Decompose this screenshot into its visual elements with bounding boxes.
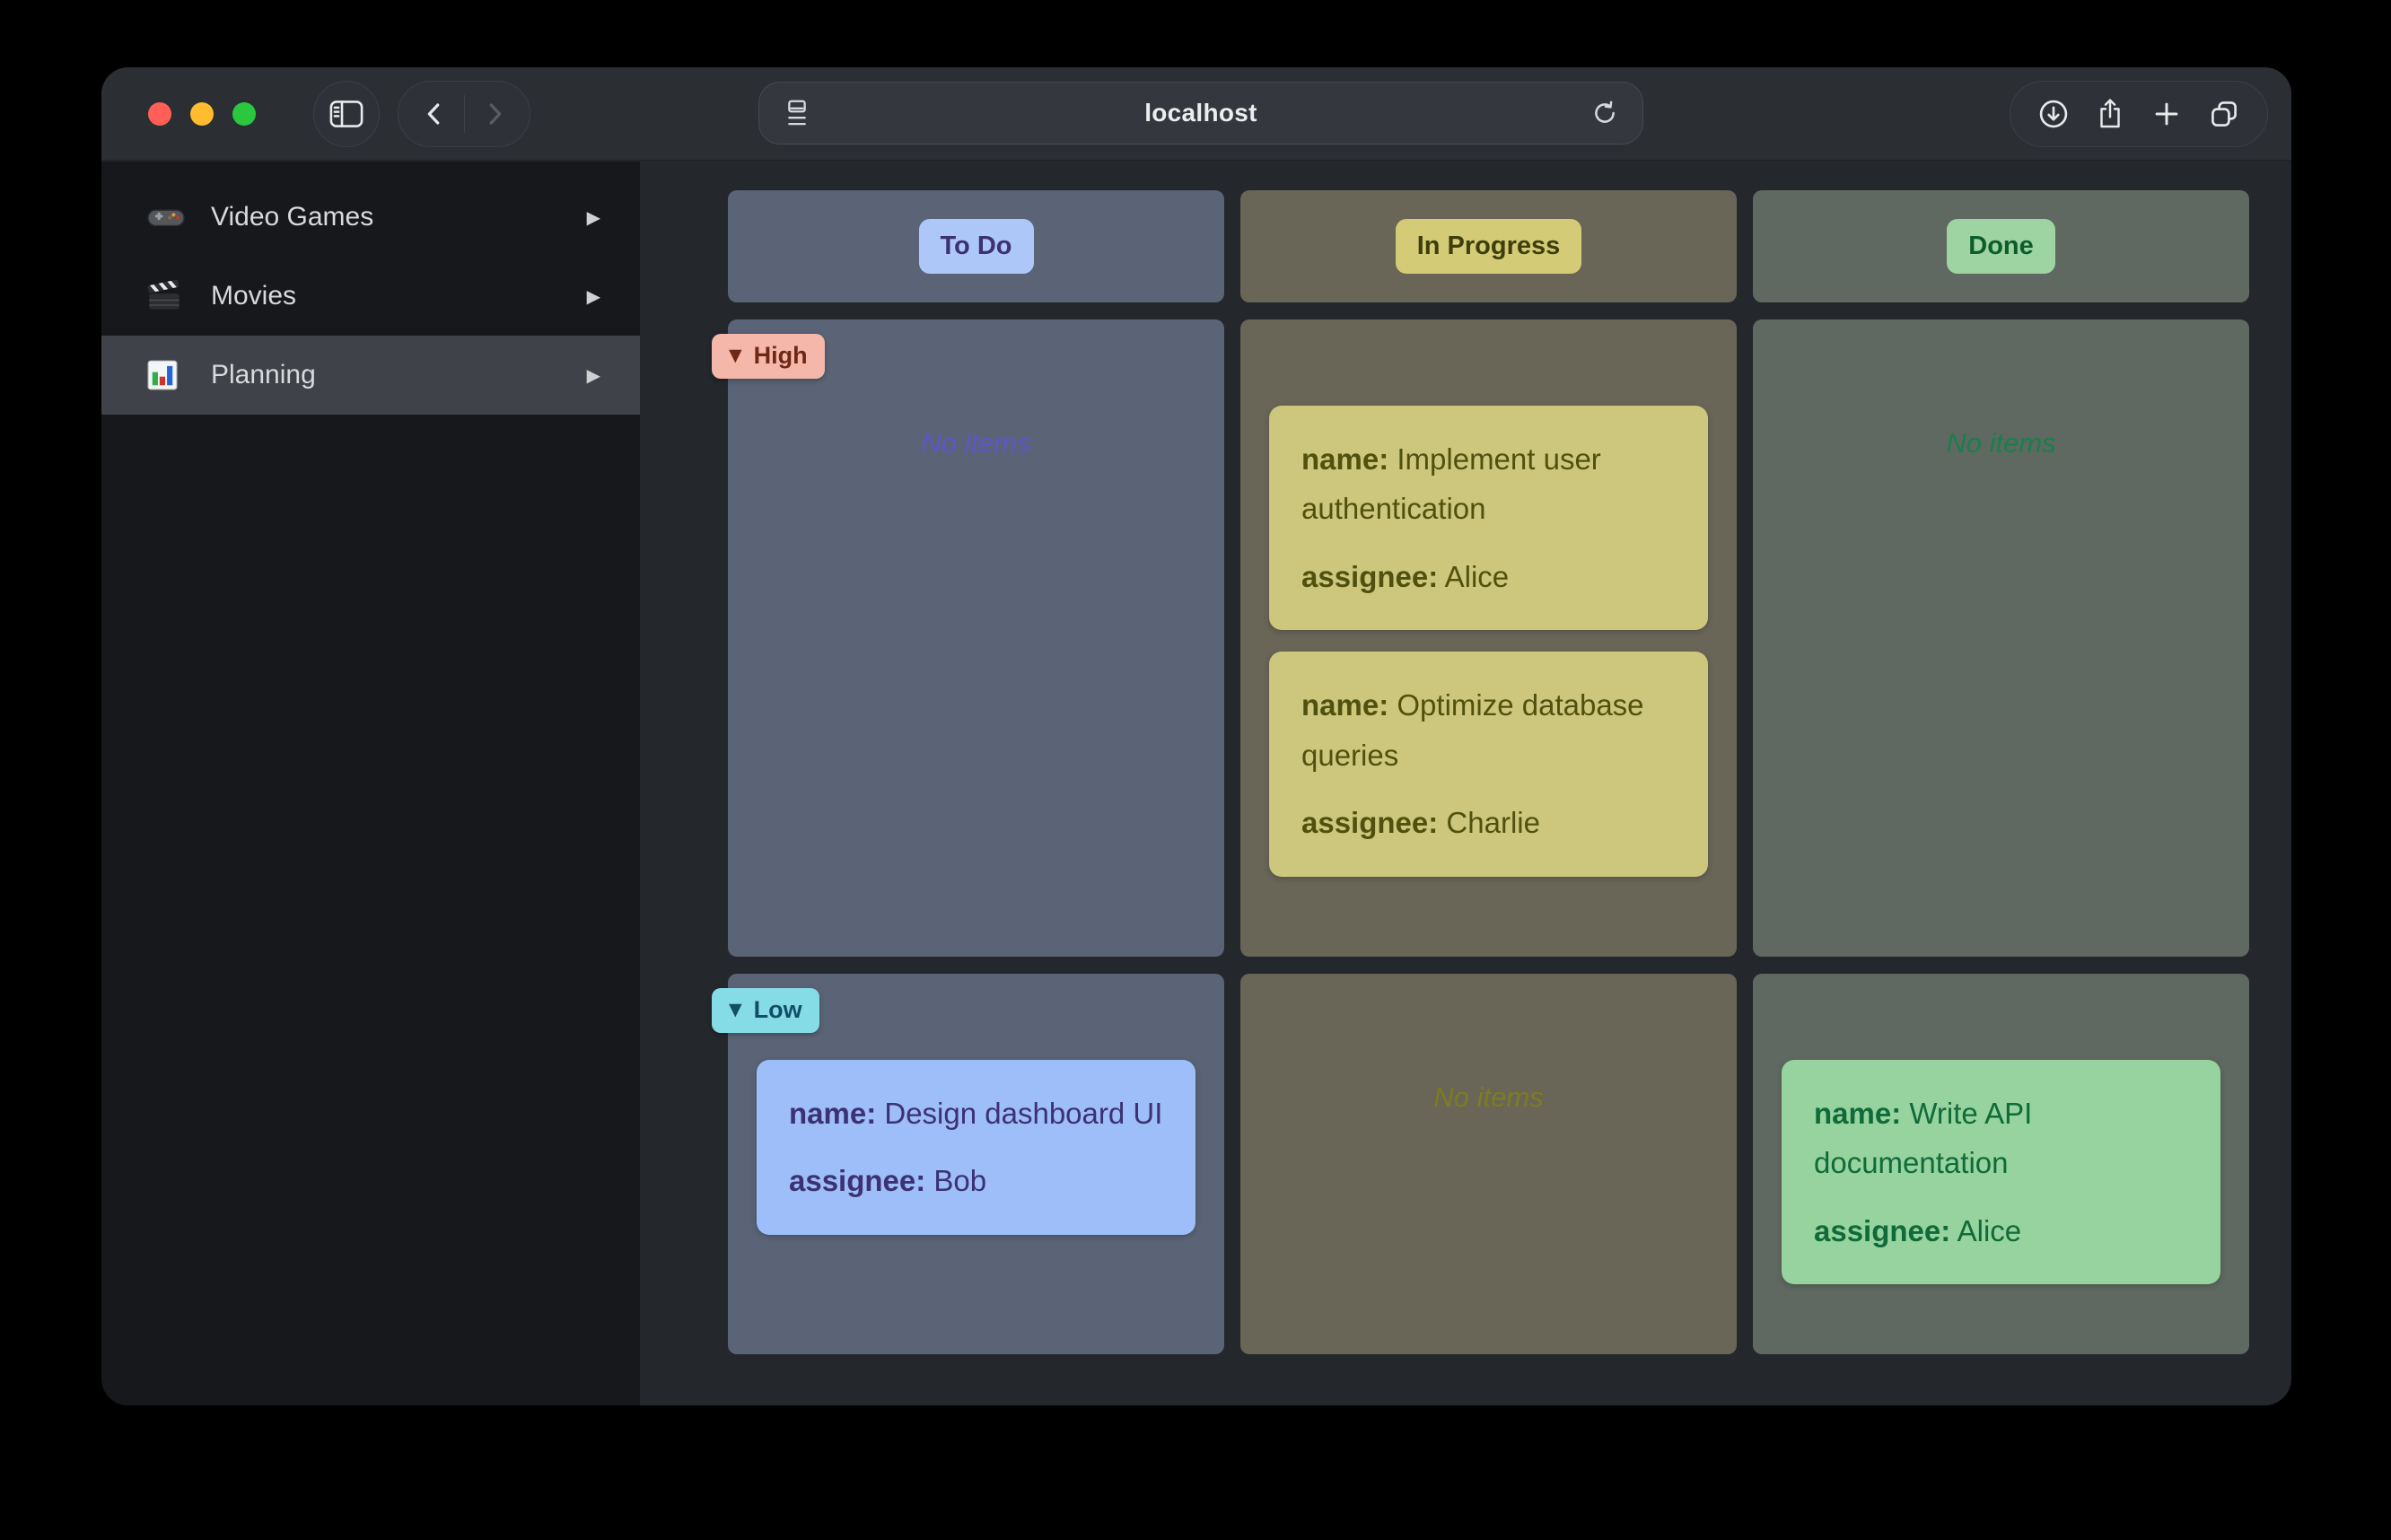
- cell-todo-high: ▼ High No items: [728, 319, 1224, 957]
- card-assignee-line: assignee: Bob: [789, 1156, 1163, 1205]
- reload-icon: [1590, 99, 1619, 127]
- lane-label-low: Low: [754, 996, 802, 1024]
- card-assignee-line: assignee: Charlie: [1301, 798, 1676, 847]
- field-label-assignee: assignee:: [1301, 806, 1438, 839]
- sidebar-item-label: Planning: [211, 360, 587, 390]
- download-icon: [2037, 98, 2070, 130]
- field-label-name: name:: [1301, 442, 1388, 476]
- task-card-design-dashboard-ui[interactable]: name: Design dashboard UI assignee: Bob: [757, 1060, 1196, 1235]
- card-assignee-line: assignee: Alice: [1301, 552, 1676, 601]
- collapse-triangle-icon: ▼: [729, 1002, 742, 1019]
- disclosure-arrow-icon: ▶: [587, 206, 600, 228]
- cell-todo-low: ▼ Low name: Design dashboard UI assignee…: [728, 974, 1224, 1354]
- column-badge-done: Done: [1947, 219, 2055, 274]
- chevron-right-icon: [481, 101, 508, 127]
- card-assignee-value: Alice: [1957, 1214, 2022, 1247]
- downloads-button[interactable]: [2037, 98, 2070, 130]
- chevron-left-icon: [421, 101, 448, 127]
- task-card-implement-user-authentication[interactable]: name: Implement user authentication assi…: [1269, 406, 1708, 630]
- plus-icon: [2151, 99, 2182, 129]
- browser-titlebar: localhost: [101, 67, 2291, 161]
- new-tab-button[interactable]: [2151, 99, 2182, 129]
- card-name-line: name: Design dashboard UI: [789, 1089, 1163, 1138]
- gamepad-icon: [146, 203, 188, 232]
- minimize-window-button[interactable]: [190, 102, 214, 126]
- kanban-board: To Do In Progress Done ▼ High No items n…: [728, 190, 2249, 1354]
- empty-cell-text: No items: [1269, 1081, 1708, 1114]
- card-name-line: name: Write API documentation: [1814, 1089, 2188, 1188]
- browser-sidebar: Video Games ▶: [101, 162, 640, 1405]
- sidebar-item-label: Video Games: [211, 202, 587, 232]
- tab-overview-button[interactable]: [2208, 98, 2240, 130]
- toolbar-action-group: [2010, 81, 2268, 147]
- lane-label-high: High: [754, 342, 808, 370]
- card-assignee-value: Alice: [1445, 560, 1510, 593]
- sidebar-item-movies[interactable]: Movies ▶: [101, 257, 640, 336]
- column-badge-in-progress: In Progress: [1396, 219, 1582, 274]
- sidebar-item-label: Movies: [211, 281, 587, 311]
- back-button[interactable]: [405, 101, 464, 127]
- column-header-done: Done: [1753, 190, 2249, 302]
- bar-chart-icon: [146, 359, 188, 391]
- address-bar[interactable]: localhost: [758, 82, 1643, 144]
- sidebar-toggle-icon: [329, 100, 363, 128]
- page-format-button[interactable]: [759, 99, 835, 127]
- cell-done-low: name: Write API documentation assignee: …: [1753, 974, 2249, 1354]
- empty-cell-text: No items: [1782, 427, 2220, 459]
- card-assignee-value: Charlie: [1446, 806, 1540, 839]
- traffic-lights: [148, 102, 256, 126]
- field-label-name: name:: [1301, 688, 1388, 722]
- page-content: To Do In Progress Done ▼ High No items n…: [640, 162, 2291, 1405]
- reload-button[interactable]: [1567, 99, 1642, 127]
- close-window-button[interactable]: [148, 102, 171, 126]
- field-label-assignee: assignee:: [1301, 560, 1438, 593]
- sidebar-item-video-games[interactable]: Video Games ▶: [101, 178, 640, 257]
- tabs-overview-icon: [2208, 98, 2240, 130]
- lane-collapse-badge-high[interactable]: ▼ High: [712, 334, 825, 379]
- field-label-name: name:: [1814, 1097, 1901, 1130]
- card-name-line: name: Implement user authentication: [1301, 434, 1676, 534]
- cell-in-progress-high: name: Implement user authentication assi…: [1240, 319, 1737, 957]
- field-label-assignee: assignee:: [789, 1164, 925, 1197]
- column-header-todo: To Do: [728, 190, 1224, 302]
- field-label-assignee: assignee:: [1814, 1214, 1950, 1247]
- disclosure-arrow-icon: ▶: [587, 364, 600, 386]
- field-label-name: name:: [789, 1097, 876, 1130]
- card-assignee-line: assignee: Alice: [1814, 1206, 2188, 1256]
- card-name-value: Design dashboard UI: [884, 1097, 1162, 1130]
- card-name-line: name: Optimize database queries: [1301, 680, 1676, 780]
- browser-window: localhost: [101, 67, 2291, 1405]
- zoom-window-button[interactable]: [232, 102, 256, 126]
- card-assignee-value: Bob: [933, 1164, 986, 1197]
- nav-back-forward-group: [398, 81, 530, 147]
- lane-collapse-badge-low[interactable]: ▼ Low: [712, 988, 819, 1033]
- share-button[interactable]: [2096, 97, 2124, 131]
- url-text: localhost: [835, 99, 1567, 127]
- sidebar-item-planning[interactable]: Planning ▶: [101, 336, 640, 415]
- collapse-triangle-icon: ▼: [729, 347, 742, 364]
- cell-in-progress-low: No items: [1240, 974, 1737, 1354]
- clapperboard-icon: [146, 280, 188, 312]
- column-header-in-progress: In Progress: [1240, 190, 1737, 302]
- task-card-write-api-documentation[interactable]: name: Write API documentation assignee: …: [1782, 1060, 2220, 1284]
- page-format-icon: [784, 99, 810, 127]
- column-badge-todo: To Do: [919, 219, 1034, 274]
- share-icon: [2096, 97, 2124, 131]
- empty-cell-text: No items: [757, 427, 1196, 459]
- forward-button[interactable]: [465, 101, 524, 127]
- cell-done-high: No items: [1753, 319, 2249, 957]
- disclosure-arrow-icon: ▶: [587, 285, 600, 307]
- toggle-sidebar-button[interactable]: [313, 81, 380, 147]
- task-card-optimize-database-queries[interactable]: name: Optimize database queries assignee…: [1269, 652, 1708, 876]
